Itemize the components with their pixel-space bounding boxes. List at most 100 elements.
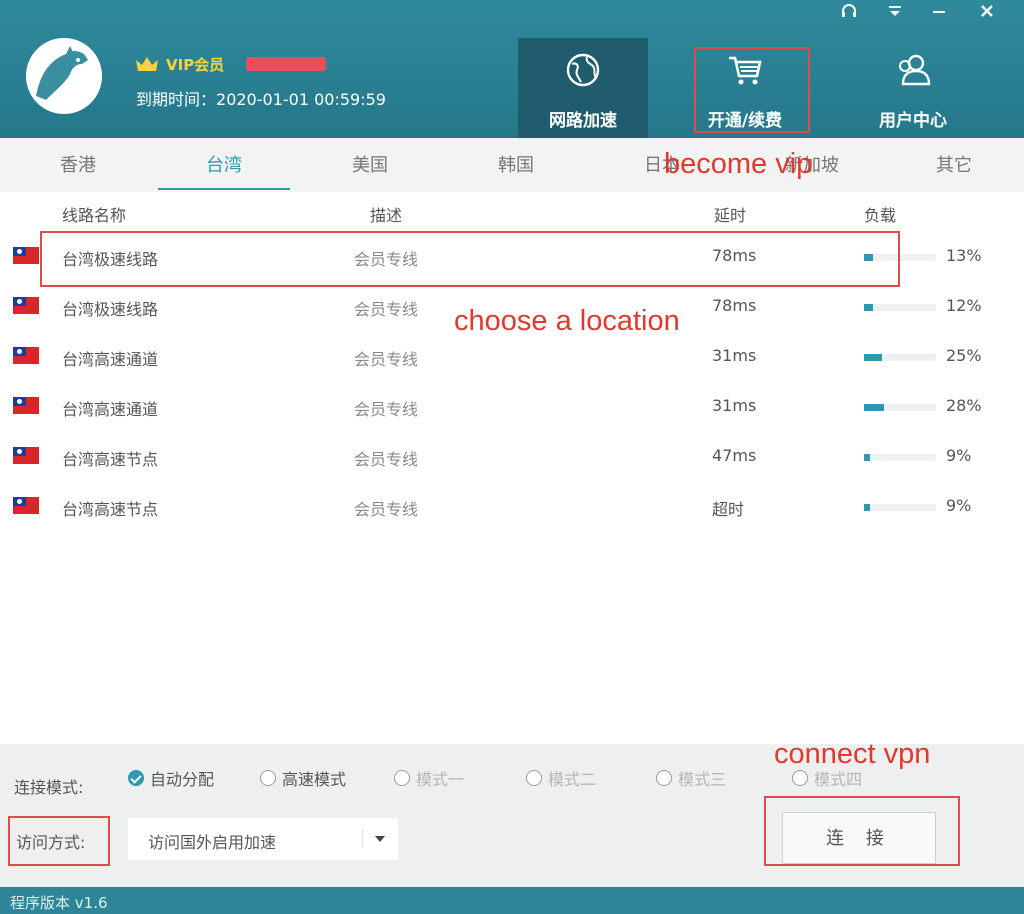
taiwan-flag-icon — [13, 447, 39, 464]
expire-time: 到期时间：2020-01-01 00:59:59 — [136, 86, 386, 110]
vip-label: VIP会员 — [166, 55, 225, 74]
line-name: 台湾高速通道 — [62, 400, 159, 419]
cougar-logo-icon — [26, 38, 102, 114]
line-latency: 78ms — [712, 296, 757, 315]
radio-label: 模式二 — [548, 770, 597, 789]
select-value: 访问国外启用加速 — [148, 833, 277, 852]
radio-dot — [128, 770, 144, 786]
line-latency: 31ms — [712, 396, 757, 415]
line-description: 会员专线 — [354, 450, 419, 469]
close-icon[interactable] — [974, 2, 1000, 26]
taiwan-flag-icon — [13, 247, 39, 264]
globe-icon — [566, 53, 600, 87]
annotation-box-location — [40, 231, 900, 287]
load-bar — [864, 404, 936, 411]
taiwan-flag-icon — [13, 497, 39, 514]
load-percent: 12% — [946, 296, 982, 315]
load-bar — [864, 354, 936, 361]
radio-dot — [656, 770, 672, 786]
radio-dot — [792, 770, 808, 786]
header-description: 描述 — [370, 206, 403, 225]
nav-label: 网路加速 — [549, 111, 617, 131]
radio-dot — [260, 770, 276, 786]
radio-mode-1[interactable]: 模式一 — [394, 767, 464, 789]
tab-korea[interactable]: 韩国 — [466, 138, 566, 192]
region-tabs: 香港 台湾 美国 韩国 日本 新加坡 其它 — [0, 138, 1024, 192]
line-description: 会员专线 — [354, 400, 419, 419]
vip-status: VIP会员 — [134, 52, 327, 76]
load-percent: 28% — [946, 396, 982, 415]
taiwan-flag-icon — [13, 397, 39, 414]
username-redacted — [246, 57, 327, 71]
app-header: VIP会员 到期时间：2020-01-01 00:59:59 网路加速 开通/续… — [0, 0, 1024, 138]
radio-label: 模式一 — [416, 770, 465, 789]
header-line-name: 线路名称 — [62, 206, 127, 225]
annotation-box-connect — [764, 796, 960, 866]
line-description: 会员专线 — [354, 500, 419, 519]
line-description: 会员专线 — [354, 350, 419, 369]
crown-icon — [136, 57, 158, 71]
taiwan-flag-icon — [13, 347, 39, 364]
load-bar-fill — [864, 454, 870, 461]
active-tab-underline — [158, 188, 290, 190]
table-row[interactable]: 台湾高速节点 会员专线 47ms 9% — [0, 432, 1024, 482]
connect-mode-label: 连接模式: — [14, 778, 84, 797]
load-bar — [864, 304, 936, 311]
annotation-connect-vpn: connect vpn — [774, 738, 931, 770]
annotation-box-vip — [694, 47, 810, 133]
status-bar: 程序版本 v1.6 — [0, 887, 1024, 914]
line-latency: 超时 — [712, 500, 745, 519]
line-name: 台湾高速通道 — [62, 350, 159, 369]
load-percent: 25% — [946, 346, 982, 365]
load-bar — [864, 454, 936, 461]
line-name: 台湾高速节点 — [62, 500, 159, 519]
radio-label: 模式三 — [678, 770, 727, 789]
load-bar-fill — [864, 504, 870, 511]
nav-label: 用户中心 — [879, 111, 947, 131]
annotation-choose-location: choose a location — [454, 305, 680, 337]
line-latency: 47ms — [712, 446, 757, 465]
tab-hongkong[interactable]: 香港 — [28, 138, 128, 192]
headset-icon[interactable] — [836, 2, 862, 27]
radio-label: 高速模式 — [282, 770, 347, 789]
access-method-select[interactable]: 访问国外启用加速 — [128, 818, 398, 860]
table-row[interactable]: 台湾高速通道 会员专线 31ms 25% — [0, 332, 1024, 382]
tab-usa[interactable]: 美国 — [320, 138, 420, 192]
table-row[interactable]: 台湾高速通道 会员专线 31ms 28% — [0, 382, 1024, 432]
nav-network-accelerate[interactable]: 网路加速 — [518, 38, 648, 138]
line-description: 会员专线 — [354, 300, 419, 319]
annotation-become-vip: become vip — [664, 148, 813, 180]
radio-mode-3[interactable]: 模式三 — [656, 767, 726, 789]
tab-other[interactable]: 其它 — [904, 138, 1004, 192]
load-bar-fill — [864, 404, 884, 411]
radio-mode-2[interactable]: 模式二 — [526, 767, 596, 789]
tab-taiwan[interactable]: 台湾 — [174, 138, 274, 192]
expire-value: 2020-01-01 00:59:59 — [216, 90, 386, 109]
dropdown-icon[interactable] — [882, 2, 908, 26]
avatar[interactable] — [26, 38, 102, 114]
radio-dot — [526, 770, 542, 786]
line-latency: 31ms — [712, 346, 757, 365]
line-name: 台湾高速节点 — [62, 450, 159, 469]
radio-auto-assign[interactable]: 自动分配 — [128, 767, 214, 789]
taiwan-flag-icon — [13, 297, 39, 314]
header-load: 负载 — [864, 206, 897, 225]
load-bar-fill — [864, 354, 882, 361]
annotation-box-access — [8, 816, 110, 866]
load-percent: 9% — [946, 446, 972, 465]
minimize-icon[interactable] — [926, 2, 952, 26]
users-icon — [899, 54, 931, 86]
expire-label: 到期时间： — [136, 90, 217, 109]
load-bar-fill — [864, 304, 873, 311]
chevron-down-icon[interactable] — [362, 830, 399, 848]
load-bar — [864, 504, 936, 511]
radio-high-speed[interactable]: 高速模式 — [260, 767, 346, 789]
version-label: 程序版本 v1.6 — [10, 894, 108, 912]
header-latency: 延时 — [714, 206, 747, 225]
load-percent: 13% — [946, 246, 982, 265]
table-row[interactable]: 台湾高速节点 会员专线 超时 9% — [0, 482, 1024, 532]
radio-label: 自动分配 — [150, 770, 215, 789]
nav-user-center[interactable]: 用户中心 — [848, 38, 978, 138]
load-percent: 9% — [946, 496, 972, 515]
line-name: 台湾极速线路 — [62, 300, 159, 319]
